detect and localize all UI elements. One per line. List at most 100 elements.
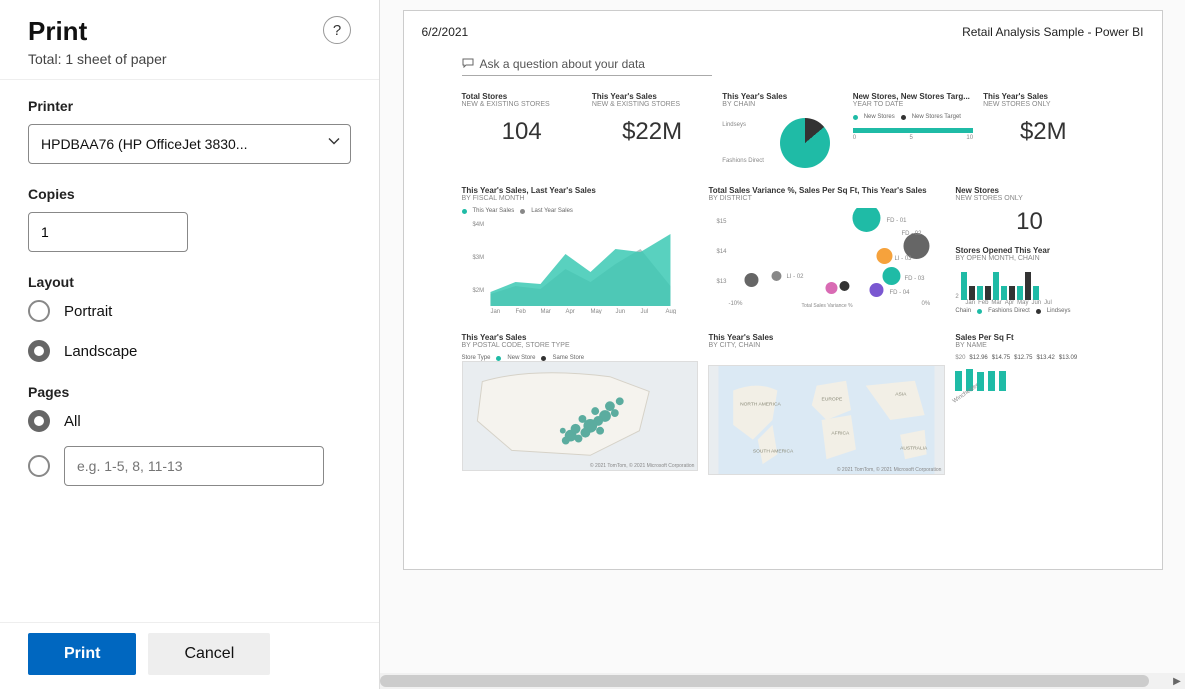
print-subtitle: Total: 1 sheet of paper: [28, 51, 167, 67]
svg-text:$13: $13: [717, 279, 728, 285]
legend-item: Chain: [955, 308, 971, 314]
tile-area-chart: This Year's Sales, Last Year's Sales BY …: [462, 186, 699, 319]
axis-tick: 2: [955, 294, 958, 300]
axis-tick: Apr: [1005, 300, 1014, 306]
svg-text:0%: 0%: [922, 301, 931, 307]
tile-map-city: This Year's Sales BY CITY, CHAIN: [708, 333, 945, 475]
legend-dot-icon: [977, 309, 982, 314]
svg-text:EUROPE: EUROPE: [822, 396, 843, 402]
svg-text:Jan: Jan: [490, 309, 500, 314]
preview-date: 6/2/2021: [422, 25, 469, 39]
svg-text:-10%: -10%: [729, 301, 744, 307]
svg-text:$15: $15: [717, 219, 728, 225]
horizontal-scrollbar[interactable]: ▶: [380, 673, 1185, 689]
tile-value: $2M: [983, 118, 1103, 146]
legend-item: Fashions Direct: [722, 158, 764, 164]
tile-title: Total Stores: [462, 92, 582, 101]
pages-label: Pages: [28, 384, 351, 400]
svg-text:$14: $14: [717, 249, 728, 255]
printer-selected-value: HPDBAA76 (HP OfficeJet 3830...: [41, 136, 247, 152]
layout-portrait-label: Portrait: [64, 303, 112, 320]
axis-tick: 0: [853, 135, 856, 141]
svg-text:Feb: Feb: [515, 309, 526, 314]
tile-title: This Year's Sales: [983, 92, 1103, 101]
svg-text:FD - 03: FD - 03: [905, 276, 926, 282]
axis-tick: May: [1017, 300, 1028, 306]
svg-text:LI - 03: LI - 03: [895, 256, 913, 262]
svg-text:Mar: Mar: [540, 309, 550, 314]
print-button[interactable]: Print: [28, 633, 136, 675]
axis-tick: Feb: [978, 300, 988, 306]
print-title: Print: [28, 16, 167, 47]
preview-scroll[interactable]: 6/2/2021 Retail Analysis Sample - Power …: [380, 0, 1185, 673]
copies-label: Copies: [28, 186, 351, 202]
tile-subtitle: BY OPEN MONTH, CHAIN: [955, 255, 1103, 262]
legend-dot-icon: [853, 115, 858, 120]
svg-text:May: May: [590, 309, 601, 314]
tile-value: $22M: [592, 118, 712, 146]
cancel-button[interactable]: Cancel: [148, 633, 270, 675]
map-visual: NORTH AMERICA EUROPE ASIA AFRICA SOUTH A…: [708, 365, 945, 475]
tile-right-stack: New Stores NEW STORES ONLY 10 Stores Ope…: [955, 186, 1103, 319]
tile-bubble-chart: Total Sales Variance %, Sales Per Sq Ft,…: [708, 186, 945, 319]
layout-landscape-label: Landscape: [64, 343, 137, 360]
data-label: $13.09: [1059, 355, 1077, 361]
layout-landscape-radio[interactable]: Landscape: [28, 340, 351, 362]
svg-text:LI - 02: LI - 02: [787, 274, 805, 280]
radio-icon: [28, 455, 50, 477]
pages-all-radio[interactable]: All: [28, 410, 351, 432]
svg-text:SOUTH AMERICA: SOUTH AMERICA: [753, 448, 794, 454]
tile-map-postal: This Year's Sales BY POSTAL CODE, STORE …: [462, 333, 699, 475]
preview-page: 6/2/2021 Retail Analysis Sample - Power …: [403, 10, 1163, 570]
tile-title: This Year's Sales, Last Year's Sales: [462, 186, 699, 195]
pages-all-label: All: [64, 413, 81, 430]
svg-text:Apr: Apr: [565, 309, 574, 314]
legend-dot-icon: [901, 115, 906, 120]
tile-subtitle: BY FISCAL MONTH: [462, 195, 699, 202]
tile-value: 10: [955, 208, 1103, 236]
print-options-scroll[interactable]: Printer HPDBAA76 (HP OfficeJet 3830... C…: [0, 80, 379, 622]
data-label: $13.42: [1036, 355, 1054, 361]
axis-tick: Mar: [991, 300, 1001, 306]
chat-icon: [462, 57, 474, 71]
tile-sales-by-chain: This Year's Sales BY CHAIN Lindseys Fash…: [722, 92, 842, 172]
pages-range-radio[interactable]: [28, 446, 351, 486]
mini-bar-chart: [961, 270, 1039, 300]
copies-input[interactable]: [28, 212, 188, 252]
tile-title: Total Sales Variance %, Sales Per Sq Ft,…: [708, 186, 945, 195]
tile-subtitle: BY CITY, CHAIN: [708, 342, 945, 349]
help-button[interactable]: ?: [323, 16, 351, 44]
svg-text:NORTH AMERICA: NORTH AMERICA: [741, 401, 782, 407]
print-settings-panel: Print Total: 1 sheet of paper ? Printer …: [0, 0, 380, 689]
preview-doc-title: Retail Analysis Sample - Power BI: [962, 25, 1143, 39]
axis-tick: 5: [910, 135, 913, 141]
svg-text:Jul: Jul: [640, 309, 648, 314]
qa-prompt: Ask a question about your data: [480, 57, 645, 71]
axis-tick: 10: [966, 135, 973, 141]
tile-sales-per-sqft: Sales Per Sq Ft BY NAME $20 $12.96 $14.7…: [955, 333, 1103, 475]
svg-text:ASIA: ASIA: [896, 391, 908, 397]
axis-tick: Jun: [1031, 300, 1041, 306]
tile-subtitle: BY POSTAL CODE, STORE TYPE: [462, 342, 699, 349]
bubble-chart-svg: $15 $14 $13 FD - 01 FD - 02 LI - 03 FD -…: [708, 208, 945, 308]
legend-item: Lindseys: [1047, 308, 1071, 314]
svg-text:Aug: Aug: [665, 309, 676, 314]
tile-subtitle: NEW & EXISTING STORES: [592, 101, 712, 108]
help-icon: ?: [333, 22, 341, 39]
tile-value: 104: [462, 118, 582, 146]
svg-text:$3M: $3M: [472, 255, 484, 261]
printer-select[interactable]: HPDBAA76 (HP OfficeJet 3830...: [28, 124, 351, 164]
map-credit: © 2021 TomTom, © 2021 Microsoft Corporat…: [590, 463, 695, 469]
legend-dot-icon: [462, 209, 467, 214]
pages-range-input[interactable]: [64, 446, 324, 486]
tile-title: This Year's Sales: [592, 92, 712, 101]
legend-item: Lindseys: [722, 122, 764, 128]
layout-portrait-radio[interactable]: Portrait: [28, 300, 351, 322]
qa-input-row: Ask a question about your data: [462, 57, 712, 76]
tile-subtitle: NEW STORES ONLY: [983, 101, 1103, 108]
tile-subtitle: BY CHAIN: [722, 101, 842, 108]
tile-this-year-sales: This Year's Sales NEW & EXISTING STORES …: [592, 92, 712, 172]
map-credit: © 2021 TomTom, © 2021 Microsoft Corporat…: [837, 467, 942, 473]
svg-text:Jun: Jun: [615, 309, 625, 314]
tile-sales-new-only: This Year's Sales NEW STORES ONLY $2M: [983, 92, 1103, 172]
